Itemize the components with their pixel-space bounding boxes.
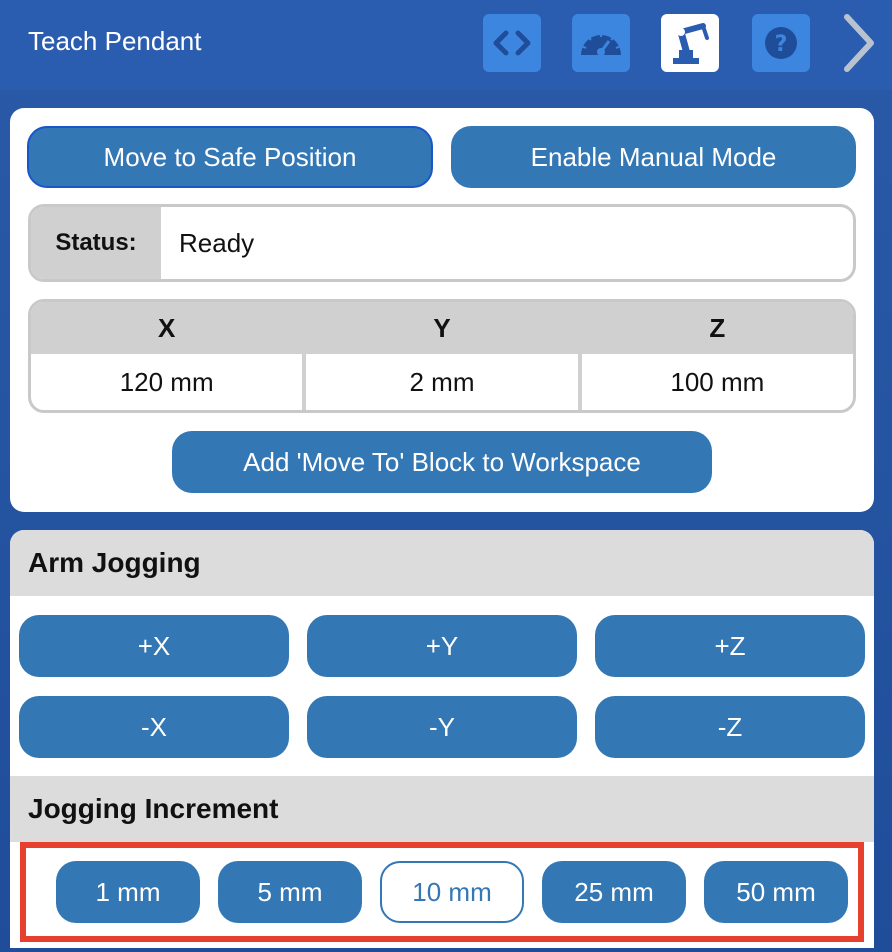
coord-header-y: Y <box>306 302 578 354</box>
jog-plus-y-button[interactable]: +Y <box>307 615 577 677</box>
status-box: Status: Ready <box>28 204 856 282</box>
coord-column-z: Z 100 mm <box>577 302 853 410</box>
chevron-right-icon <box>844 14 874 72</box>
page-title: Teach Pendant <box>28 26 202 56</box>
header-bar: Teach Pendant ? <box>0 0 892 90</box>
coord-column-x: X 120 mm <box>31 302 303 410</box>
code-view-button[interactable] <box>483 14 541 72</box>
coord-column-y: Y 2 mm <box>302 302 578 410</box>
help-icon: ? <box>765 27 797 59</box>
code-icon <box>493 30 531 56</box>
increment-1mm-button[interactable]: 1 mm <box>56 861 200 923</box>
increment-50mm-button[interactable]: 50 mm <box>704 861 848 923</box>
coord-value-x: 120 mm <box>119 366 214 397</box>
jog-minus-x-button[interactable]: -X <box>19 696 289 758</box>
jog-plus-x-button[interactable]: +X <box>19 615 289 677</box>
enable-manual-mode-button[interactable]: Enable Manual Mode <box>451 126 856 188</box>
status-value: Ready <box>179 227 255 258</box>
add-move-to-block-button[interactable]: Add 'Move To' Block to Workspace <box>172 431 712 493</box>
increment-25mm-button[interactable]: 25 mm <box>542 861 686 923</box>
jog-plus-z-button[interactable]: +Z <box>595 615 865 677</box>
increment-10mm-button[interactable]: 10 mm <box>380 861 524 923</box>
help-button[interactable]: ? <box>752 14 810 72</box>
coord-header-z: Z <box>581 302 853 354</box>
coordinates-table: X 120 mm Y 2 mm Z 100 mm <box>28 299 856 413</box>
position-panel: Move to Safe Position Enable Manual Mode… <box>10 108 874 512</box>
status-label: Status: <box>31 207 161 279</box>
jog-minus-z-button[interactable]: -Z <box>595 696 865 758</box>
teach-pendant-button[interactable] <box>661 14 719 72</box>
move-to-safe-position-button[interactable]: Move to Safe Position <box>27 126 433 188</box>
jogging-panel: Arm Jogging +X +Y +Z -X -Y -Z Jogging In… <box>10 530 874 948</box>
increment-5mm-button[interactable]: 5 mm <box>218 861 362 923</box>
dashboard-button[interactable] <box>572 14 630 72</box>
jog-minus-y-button[interactable]: -Y <box>307 696 577 758</box>
svg-text:?: ? <box>775 32 788 57</box>
increment-selector: 1 mm 5 mm 10 mm 25 mm 50 mm <box>20 842 864 942</box>
jogging-increment-title: Jogging Increment <box>10 776 874 842</box>
coord-value-y: 2 mm <box>409 366 475 397</box>
robot-arm-icon <box>673 23 709 64</box>
coord-header-x: X <box>31 302 303 354</box>
coord-value-z: 100 mm <box>670 366 765 397</box>
arm-jogging-title: Arm Jogging <box>10 530 874 596</box>
speedometer-icon <box>580 31 622 56</box>
next-panel-button[interactable] <box>834 12 884 74</box>
